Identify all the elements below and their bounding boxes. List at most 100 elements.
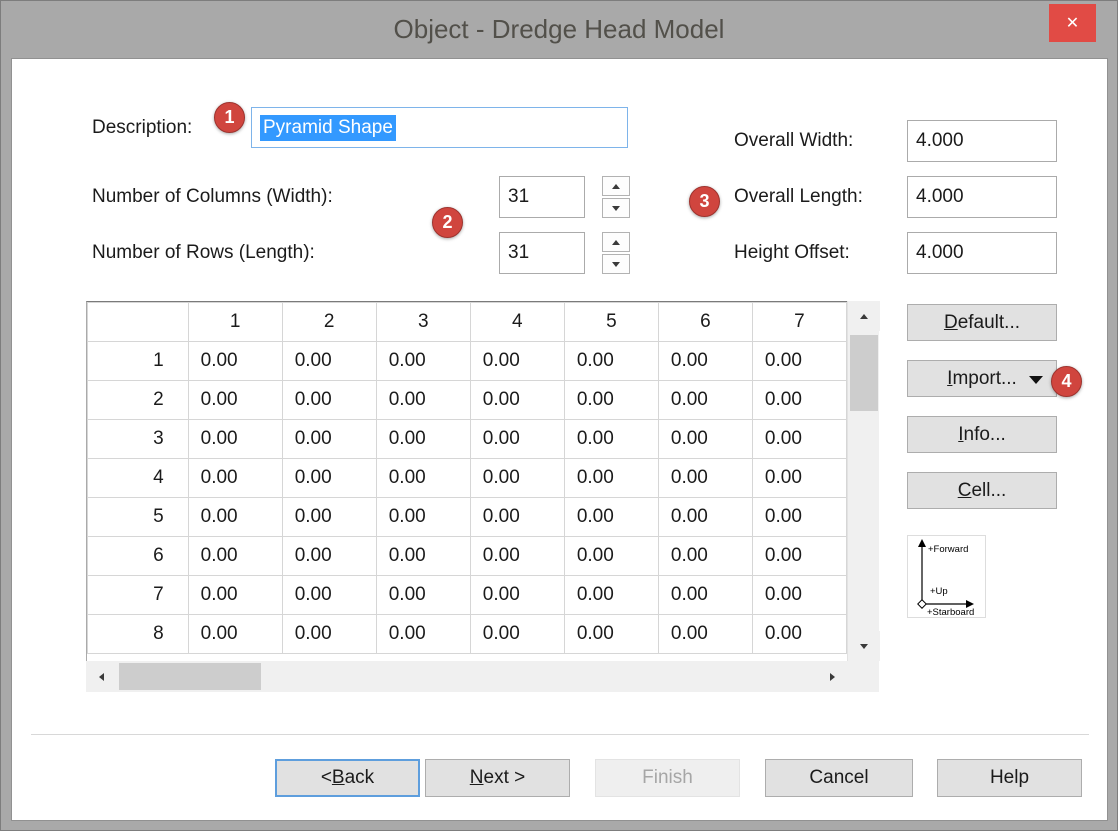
grid-cell[interactable]: 0.00 bbox=[188, 615, 282, 654]
grid-cell[interactable]: 0.00 bbox=[282, 342, 376, 381]
grid-cell[interactable]: 0.00 bbox=[376, 459, 470, 498]
overall-width-input[interactable]: 4.000 bbox=[907, 120, 1057, 162]
grid-row-header[interactable]: 2 bbox=[88, 381, 189, 420]
grid-cell[interactable]: 0.00 bbox=[188, 459, 282, 498]
grid-cell[interactable]: 0.00 bbox=[470, 342, 564, 381]
grid-cell[interactable]: 0.00 bbox=[282, 420, 376, 459]
grid-row-header[interactable]: 4 bbox=[88, 459, 189, 498]
scroll-left-button[interactable] bbox=[86, 661, 116, 692]
description-input[interactable]: Pyramid Shape bbox=[251, 107, 628, 148]
next-button[interactable]: Next > bbox=[425, 759, 570, 797]
grid-cell[interactable]: 0.00 bbox=[658, 342, 752, 381]
grid-cell[interactable]: 0.00 bbox=[564, 576, 658, 615]
overall-length-input[interactable]: 4.000 bbox=[907, 176, 1057, 218]
grid-cell[interactable]: 0.00 bbox=[564, 420, 658, 459]
vertical-scroll-thumb[interactable] bbox=[850, 335, 878, 411]
grid-corner-cell bbox=[88, 303, 189, 342]
cancel-button[interactable]: Cancel bbox=[765, 759, 913, 797]
grid-row-header[interactable]: 6 bbox=[88, 537, 189, 576]
grid-cell[interactable]: 0.00 bbox=[470, 459, 564, 498]
grid-cell[interactable]: 0.00 bbox=[752, 420, 846, 459]
grid-cell[interactable]: 0.00 bbox=[752, 342, 846, 381]
scroll-down-button[interactable] bbox=[848, 631, 880, 661]
grid-cell[interactable]: 0.00 bbox=[470, 381, 564, 420]
grid-row-header[interactable]: 5 bbox=[88, 498, 189, 537]
grid-cell[interactable]: 0.00 bbox=[376, 537, 470, 576]
grid-cell[interactable]: 0.00 bbox=[658, 537, 752, 576]
grid-cell[interactable]: 0.00 bbox=[752, 615, 846, 654]
grid-cell[interactable]: 0.00 bbox=[658, 576, 752, 615]
grid-cell[interactable]: 0.00 bbox=[376, 381, 470, 420]
help-button[interactable]: Help bbox=[937, 759, 1082, 797]
grid-horizontal-scrollbar[interactable] bbox=[86, 661, 847, 692]
grid-cell[interactable]: 0.00 bbox=[376, 420, 470, 459]
horizontal-scroll-thumb[interactable] bbox=[119, 663, 261, 690]
grid-cell[interactable]: 0.00 bbox=[282, 498, 376, 537]
height-offset-input[interactable]: 4.000 bbox=[907, 232, 1057, 274]
grid-cell[interactable]: 0.00 bbox=[658, 615, 752, 654]
info-button[interactable]: Info... bbox=[907, 416, 1057, 453]
grid-cell[interactable]: 0.00 bbox=[470, 576, 564, 615]
grid-cell[interactable]: 0.00 bbox=[658, 420, 752, 459]
grid-column-header[interactable]: 3 bbox=[376, 303, 470, 342]
num-columns-spin-down-button[interactable] bbox=[602, 198, 630, 218]
grid-cell[interactable]: 0.00 bbox=[282, 381, 376, 420]
grid-cell[interactable]: 0.00 bbox=[188, 381, 282, 420]
grid-cell[interactable]: 0.00 bbox=[564, 381, 658, 420]
grid-cell[interactable]: 0.00 bbox=[188, 420, 282, 459]
grid-cell[interactable]: 0.00 bbox=[282, 576, 376, 615]
grid-cell[interactable]: 0.00 bbox=[470, 420, 564, 459]
scroll-up-button[interactable] bbox=[848, 301, 880, 331]
grid-column-header[interactable]: 6 bbox=[658, 303, 752, 342]
grid-cell[interactable]: 0.00 bbox=[470, 615, 564, 654]
scroll-right-button[interactable] bbox=[817, 661, 847, 692]
grid-cell[interactable]: 0.00 bbox=[564, 342, 658, 381]
grid-cell[interactable]: 0.00 bbox=[752, 459, 846, 498]
grid-column-header[interactable]: 1 bbox=[188, 303, 282, 342]
cell-button[interactable]: Cell... bbox=[907, 472, 1057, 509]
grid-cell[interactable]: 0.00 bbox=[188, 342, 282, 381]
grid-cell[interactable]: 0.00 bbox=[564, 498, 658, 537]
grid-cell[interactable]: 0.00 bbox=[282, 537, 376, 576]
num-rows-spin-down-button[interactable] bbox=[602, 254, 630, 274]
grid-vertical-scrollbar[interactable] bbox=[847, 301, 879, 661]
grid-cell[interactable]: 0.00 bbox=[752, 498, 846, 537]
grid-row-header[interactable]: 8 bbox=[88, 615, 189, 654]
grid-cell[interactable]: 0.00 bbox=[376, 342, 470, 381]
grid-cell[interactable]: 0.00 bbox=[376, 498, 470, 537]
num-columns-input[interactable]: 31 bbox=[499, 176, 585, 218]
back-button[interactable]: < Back bbox=[275, 759, 420, 797]
grid-cell[interactable]: 0.00 bbox=[658, 381, 752, 420]
grid-cell[interactable]: 0.00 bbox=[658, 498, 752, 537]
grid-cell[interactable]: 0.00 bbox=[282, 459, 376, 498]
grid-column-header[interactable]: 4 bbox=[470, 303, 564, 342]
grid-row-header[interactable]: 1 bbox=[88, 342, 189, 381]
grid-column-header[interactable]: 5 bbox=[564, 303, 658, 342]
import-button[interactable]: Import... bbox=[907, 360, 1057, 397]
grid-cell[interactable]: 0.00 bbox=[564, 615, 658, 654]
grid-cell[interactable]: 0.00 bbox=[564, 537, 658, 576]
grid-cell[interactable]: 0.00 bbox=[564, 459, 658, 498]
grid-cell[interactable]: 0.00 bbox=[752, 576, 846, 615]
num-rows-value: 31 bbox=[508, 242, 529, 264]
close-button[interactable]: ✕ bbox=[1049, 4, 1096, 42]
grid-column-header[interactable]: 2 bbox=[282, 303, 376, 342]
grid-row-header[interactable]: 7 bbox=[88, 576, 189, 615]
grid-cell[interactable]: 0.00 bbox=[188, 537, 282, 576]
grid-cell[interactable]: 0.00 bbox=[752, 381, 846, 420]
grid-cell[interactable]: 0.00 bbox=[752, 537, 846, 576]
num-rows-spin-up-button[interactable] bbox=[602, 232, 630, 252]
num-rows-input[interactable]: 31 bbox=[499, 232, 585, 274]
grid-cell[interactable]: 0.00 bbox=[470, 537, 564, 576]
grid-row-header[interactable]: 3 bbox=[88, 420, 189, 459]
grid-cell[interactable]: 0.00 bbox=[282, 615, 376, 654]
grid-cell[interactable]: 0.00 bbox=[376, 576, 470, 615]
num-columns-spin-up-button[interactable] bbox=[602, 176, 630, 196]
grid-cell[interactable]: 0.00 bbox=[188, 576, 282, 615]
grid-column-header[interactable]: 7 bbox=[752, 303, 846, 342]
grid-cell[interactable]: 0.00 bbox=[658, 459, 752, 498]
default-button[interactable]: Default... bbox=[907, 304, 1057, 341]
grid-cell[interactable]: 0.00 bbox=[188, 498, 282, 537]
grid-cell[interactable]: 0.00 bbox=[470, 498, 564, 537]
grid-cell[interactable]: 0.00 bbox=[376, 615, 470, 654]
